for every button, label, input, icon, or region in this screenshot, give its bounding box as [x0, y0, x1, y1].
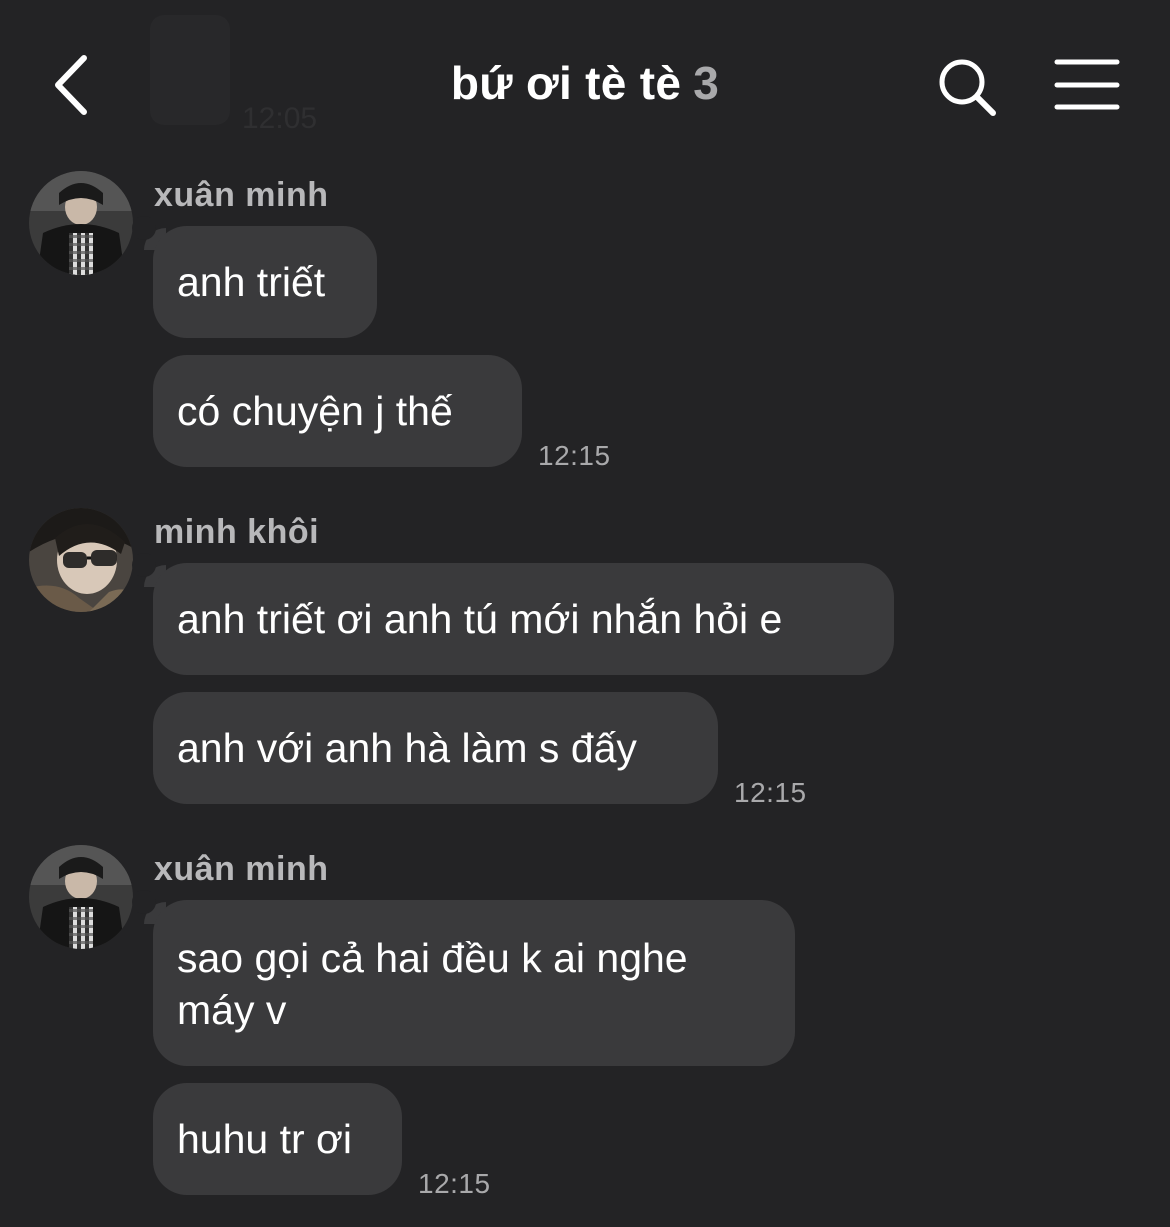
- hamburger-menu-icon: [1054, 59, 1120, 110]
- message-bubble[interactable]: có chuyện j thế: [153, 355, 522, 467]
- message-bubble[interactable]: anh với anh hà làm s đấy: [153, 692, 718, 804]
- message-text: anh triết ơi anh tú mới nhắn hỏi e: [177, 596, 783, 642]
- message-time: 12:15: [538, 440, 611, 471]
- menu-button[interactable]: [1052, 55, 1122, 115]
- message-bubble[interactable]: anh triết ơi anh tú mới nhắn hỏi e: [153, 563, 894, 675]
- sender-name: xuân minh: [154, 176, 329, 214]
- message-text: anh triết: [177, 259, 326, 305]
- chat-header: 12:05 bứ ơi tè tè 3: [0, 0, 1170, 160]
- message-text: anh với anh hà làm s đấy: [177, 725, 637, 771]
- group-name: bứ ơi tè tè: [450, 57, 682, 109]
- avatar-minh-khoi[interactable]: [29, 508, 133, 612]
- message-bubble[interactable]: anh triết: [153, 226, 377, 338]
- message-bubble[interactable]: sao gọi cả hai đều k ai nghe máy v: [153, 900, 795, 1066]
- message-text: huhu tr ơi: [177, 1116, 353, 1162]
- sender-name: xuân minh: [154, 850, 329, 888]
- member-count: 3: [693, 57, 720, 109]
- message-time: 12:15: [418, 1168, 491, 1199]
- message-time: 12:15: [734, 777, 807, 808]
- message-text: có chuyện j thế: [177, 388, 453, 434]
- search-button[interactable]: [935, 55, 999, 119]
- search-icon: [939, 59, 996, 116]
- message-text: sao gọi cả hai đều k ai nghe máy v: [177, 935, 688, 1033]
- avatar-xuan-minh[interactable]: [29, 845, 133, 949]
- sender-name: minh khôi: [154, 513, 320, 551]
- message-bubble[interactable]: huhu tr ơi: [153, 1083, 402, 1195]
- avatar-xuan-minh[interactable]: [29, 171, 133, 275]
